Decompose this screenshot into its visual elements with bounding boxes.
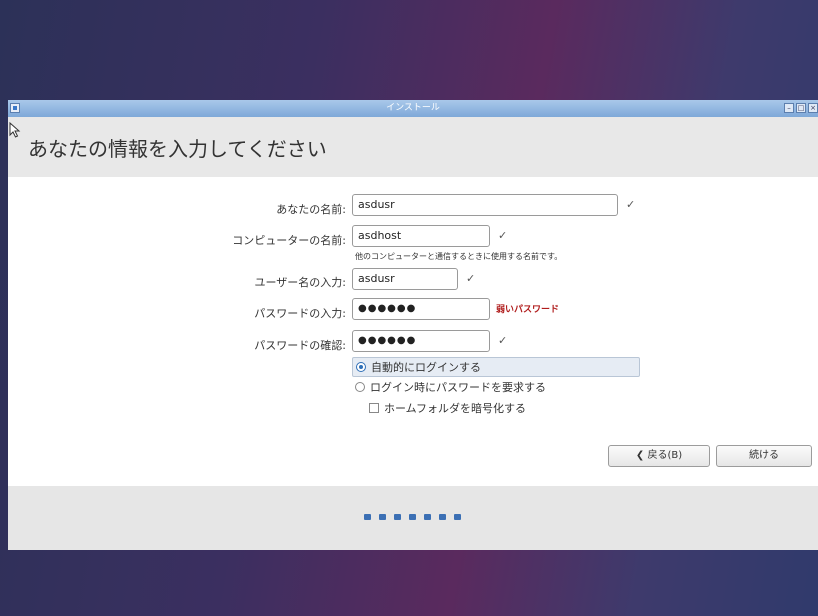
require-password-label: ログイン時にパスワードを要求する [370,381,546,394]
page-title: あなたの情報を入力してください [28,137,327,161]
app-icon [10,103,20,113]
progress-dot [394,514,401,520]
minimize-button[interactable]: – [784,103,794,113]
encrypt-home-checkbox[interactable]: ホームフォルダを暗号化する [366,399,626,419]
computer-name-input[interactable]: asdhost [352,225,490,247]
password-label: パスワードの入力: [254,307,346,320]
back-button[interactable]: ❮ 戻る(B) [608,445,710,467]
computer-name-hint: 他のコンピューターと通信するときに使用する名前です。 [355,252,563,261]
your-name-check-icon: ✓ [626,198,636,211]
encrypt-home-label: ホームフォルダを暗号化する [384,402,527,415]
page-header: あなたの情報を入力してください [8,117,818,177]
confirm-password-label: パスワードの確認: [254,339,346,352]
progress-dot [364,514,371,520]
title-bar[interactable]: インストール – □ × [8,100,818,117]
desktop-background [0,0,818,100]
confirm-password-input[interactable]: ●●●●●● [352,330,490,352]
radio-unselected-icon [355,382,365,392]
username-check-icon: ✓ [466,272,476,285]
computer-name-label: コンピューターの名前: [232,234,346,247]
progress-footer [8,486,818,550]
radio-selected-icon [356,362,366,372]
progress-dot [439,514,446,520]
password-strength-label: 弱いパスワード [496,305,560,315]
your-name-input[interactable]: asdusr [352,194,618,216]
maximize-button[interactable]: □ [796,103,806,113]
progress-dot [454,514,461,520]
username-input[interactable]: asdusr [352,268,458,290]
chevron-left-icon: ❮ [635,450,645,461]
mouse-cursor-icon [9,122,21,138]
your-name-label: あなたの名前: [276,203,346,216]
close-button[interactable]: × [808,103,818,113]
back-button-label: 戻る(B) [647,450,683,461]
progress-dots [364,514,461,520]
radio-require-password[interactable]: ログイン時にパスワードを要求する [352,378,640,398]
username-label: ユーザー名の入力: [254,276,347,289]
checkbox-icon [369,403,379,413]
progress-dot [379,514,386,520]
confirm-password-check-icon: ✓ [498,334,508,347]
password-input[interactable]: ●●●●●● [352,298,490,320]
progress-dot [424,514,431,520]
radio-auto-login[interactable]: 自動的にログインする [352,357,640,377]
computer-name-check-icon: ✓ [498,229,508,242]
auto-login-label: 自動的にログインする [371,361,481,374]
installer-window: インストール – □ × あなたの情報を入力してください あなたの名前: asd… [8,100,818,550]
progress-dot [409,514,416,520]
window-title: インストール [386,103,440,113]
continue-button[interactable]: 続ける [716,445,812,467]
